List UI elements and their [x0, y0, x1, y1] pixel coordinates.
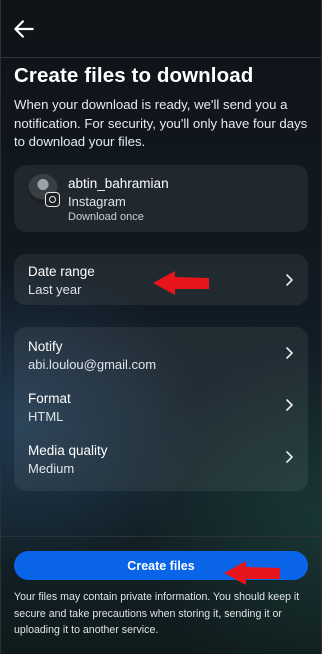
chevron-right-icon	[286, 274, 293, 286]
account-username: abtin_bahramian	[68, 176, 169, 191]
top-bar	[1, 0, 321, 58]
notify-label: Notify	[28, 339, 63, 354]
chevron-right-icon	[286, 347, 293, 359]
chevron-right-icon	[286, 451, 293, 463]
account-card: abtin_bahramian Instagram Download once	[14, 165, 308, 232]
notify-row[interactable]: Notify abi.loulou@gmail.com	[14, 329, 308, 377]
format-label: Format	[28, 391, 71, 406]
date-range-label: Date range	[28, 264, 95, 279]
annotation-arrow-icon	[224, 561, 280, 585]
account-note: Download once	[68, 211, 144, 223]
instagram-icon	[45, 192, 60, 207]
page-title: Create files to download	[14, 64, 254, 87]
divider	[1, 536, 321, 537]
page-description: When your download is ready, we'll send …	[14, 97, 308, 149]
annotation-arrow-icon	[153, 271, 209, 295]
format-value: HTML	[28, 409, 64, 424]
notify-value: abi.loulou@gmail.com	[28, 357, 157, 372]
screen: Create files to download When your downl…	[0, 0, 322, 654]
media-quality-row[interactable]: Media quality Medium	[14, 433, 308, 481]
format-row[interactable]: Format HTML	[14, 381, 308, 429]
media-quality-value: Medium	[28, 461, 75, 476]
media-quality-label: Media quality	[28, 443, 108, 458]
date-range-value: Last year	[28, 282, 82, 297]
settings-group: Notify abi.loulou@gmail.com Format HTML …	[14, 327, 308, 491]
chevron-right-icon	[286, 399, 293, 411]
privacy-note: Your files may contain private informati…	[14, 591, 300, 636]
arrow-left-icon[interactable]	[11, 16, 37, 42]
account-platform: Instagram	[68, 194, 126, 209]
